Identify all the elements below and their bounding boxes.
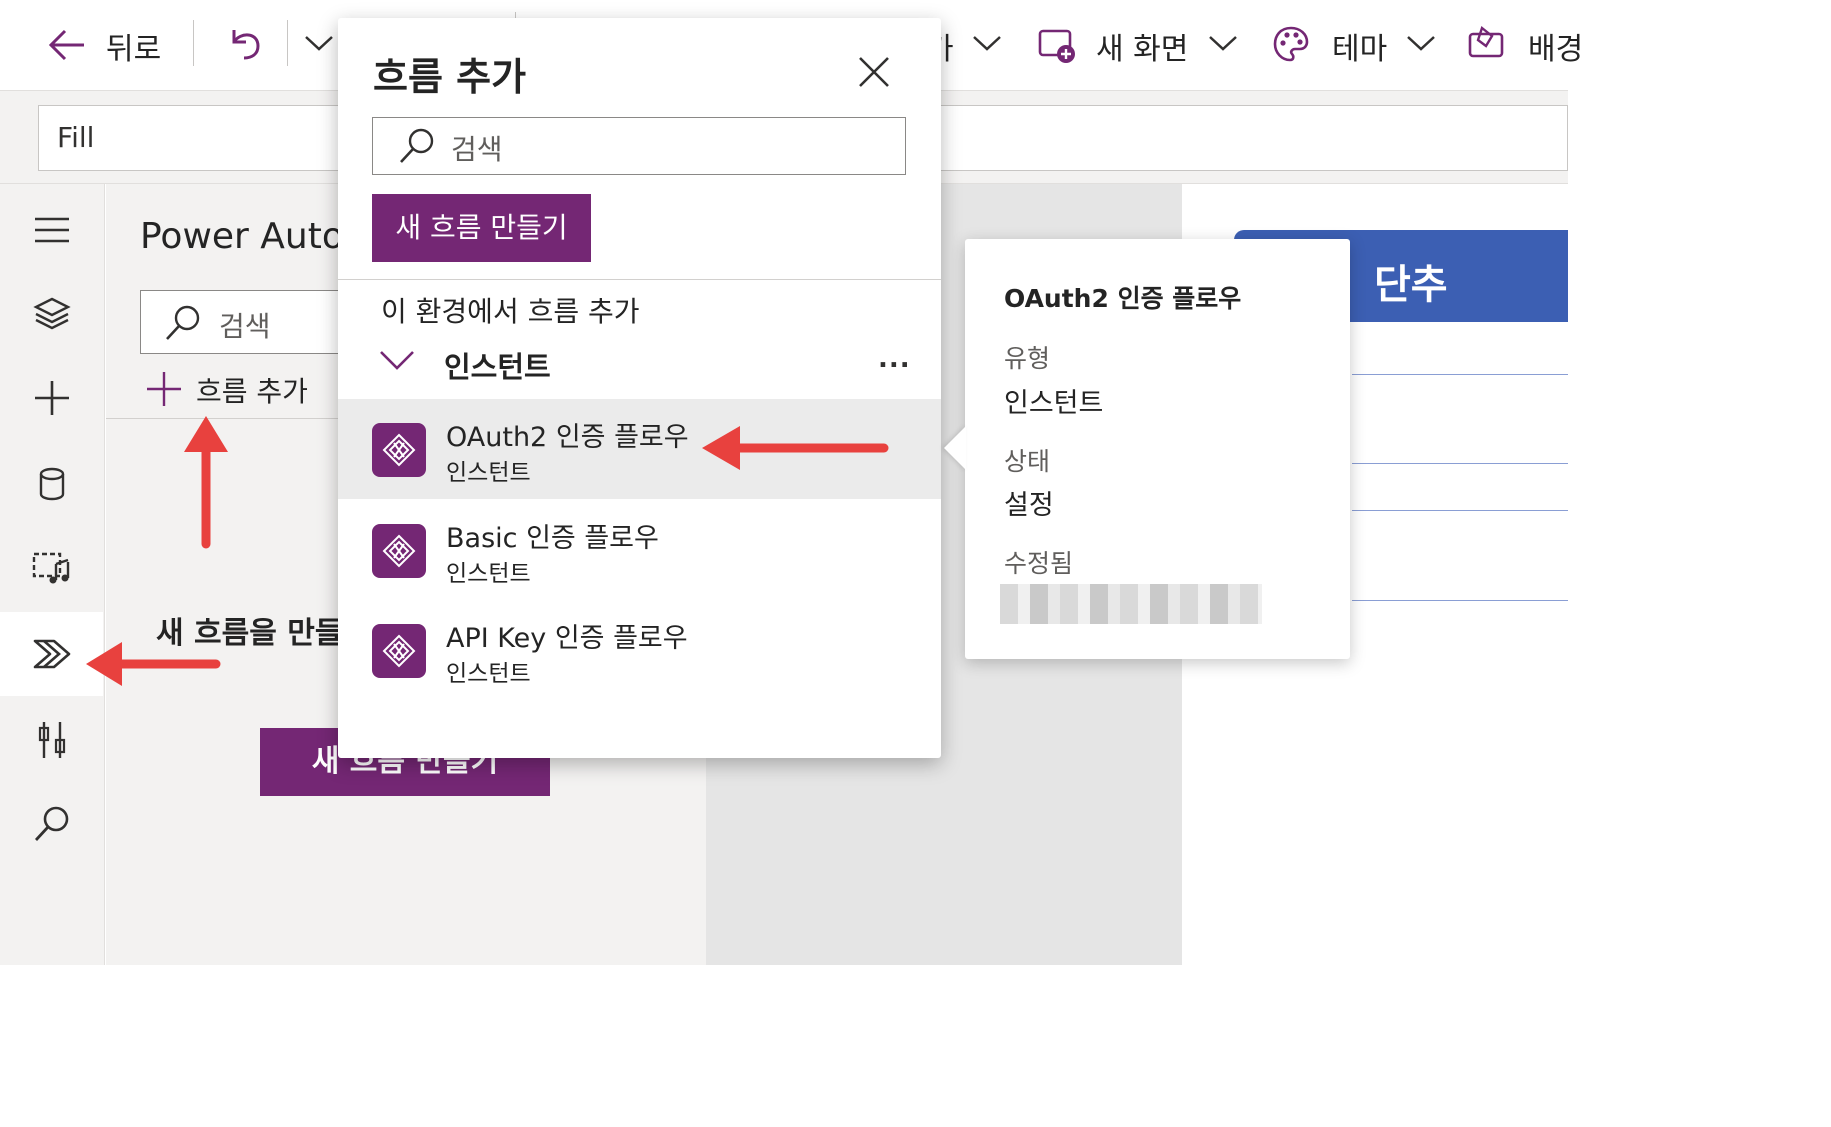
- card-title: OAuth2 인증 플로우: [1004, 284, 1242, 313]
- theme-palette-icon[interactable]: [1272, 25, 1310, 63]
- search-placeholder: 검색: [451, 133, 503, 166]
- flow-type: 인스턴트: [446, 460, 531, 486]
- plus-icon: [147, 372, 181, 406]
- flyout-title: 흐름 추가: [373, 55, 527, 99]
- modified-label: 수정됨: [1004, 549, 1074, 578]
- add-flow-button[interactable]: 흐름 추가: [146, 370, 308, 410]
- canvas-row-line: [1352, 510, 1568, 511]
- insert-button[interactable]: [0, 356, 103, 440]
- media-button[interactable]: [0, 526, 103, 610]
- back-button[interactable]: 뒤로: [106, 24, 161, 68]
- database-icon: [39, 467, 64, 501]
- chevron-down-icon[interactable]: [1406, 34, 1436, 52]
- hamburger-menu-button[interactable]: [0, 188, 103, 272]
- close-icon[interactable]: [854, 52, 894, 92]
- divider: [193, 20, 194, 66]
- section-label: 이 환경에서 흐름 추가: [381, 295, 640, 328]
- flow-type: 인스턴트: [446, 561, 531, 587]
- flow-icon: [372, 624, 426, 678]
- new-screen-icon[interactable]: [1038, 26, 1078, 66]
- annotation-arrow-up: [184, 416, 228, 549]
- group-header-instant[interactable]: 인스턴트: [444, 344, 551, 386]
- flow-name: API Key 인증 플로우: [446, 623, 688, 654]
- canvas-header-text: 단추: [1374, 262, 1448, 308]
- plus-icon: [34, 381, 69, 415]
- hamburger-icon: [34, 217, 69, 243]
- chevron-down-icon[interactable]: [1208, 34, 1238, 52]
- search-icon: [400, 128, 434, 163]
- tree-view-button[interactable]: [0, 272, 103, 356]
- tools-icon: [38, 722, 65, 758]
- status-value: 설정: [1004, 490, 1054, 521]
- background-button[interactable]: 배경: [1528, 24, 1583, 68]
- flow-item[interactable]: Basic 인증 플로우 인스턴트: [338, 500, 941, 600]
- flow-details-card: OAuth2 인증 플로우 유형 인스턴트 상태 설정 수정됨: [965, 239, 1350, 659]
- divider: [338, 279, 941, 280]
- create-new-flow-button[interactable]: 새 흐름 만들기: [372, 194, 591, 262]
- status-label: 상태: [1004, 447, 1051, 476]
- canvas-row-line: [1352, 463, 1568, 464]
- theme-button[interactable]: 테마: [1332, 24, 1387, 68]
- canvas-row-line: [1352, 374, 1568, 375]
- background-icon[interactable]: [1468, 24, 1508, 60]
- flow-type: 인스턴트: [446, 661, 531, 687]
- layers-icon: [32, 297, 71, 330]
- back-arrow-icon[interactable]: [48, 28, 86, 62]
- new-screen-button[interactable]: 새 화면: [1096, 24, 1188, 68]
- undo-icon[interactable]: [228, 26, 264, 62]
- flow-item[interactable]: API Key 인증 플로우 인스턴트: [338, 600, 941, 700]
- flyout-search-input[interactable]: 검색: [372, 117, 906, 175]
- search-placeholder: 검색: [219, 310, 271, 343]
- search-button[interactable]: [0, 782, 103, 866]
- type-value: 인스턴트: [1004, 388, 1104, 419]
- add-flow-label: 흐름 추가: [196, 375, 308, 408]
- more-options-button[interactable]: ...: [878, 344, 911, 374]
- annotation-arrow-left: [702, 426, 889, 470]
- flow-icon: [372, 423, 426, 477]
- flow-name: Basic 인증 플로우: [446, 523, 659, 554]
- annotation-arrow-left: [86, 642, 221, 686]
- flow-icon: [372, 524, 426, 578]
- modified-value-redacted: [1000, 584, 1262, 624]
- add-flow-flyout: 흐름 추가 검색 새 흐름 만들기 이 환경에서 흐름 추가 인스턴트 ... …: [338, 18, 941, 758]
- search-icon: [166, 305, 200, 340]
- chevron-down-icon[interactable]: [304, 34, 334, 52]
- flow-name: OAuth2 인증 플로우: [446, 422, 689, 453]
- chevron-down-icon[interactable]: [972, 34, 1002, 52]
- data-button[interactable]: [0, 442, 103, 526]
- card-pointer: [944, 426, 966, 470]
- property-value: Fill: [57, 121, 95, 154]
- advanced-tools-button[interactable]: [0, 698, 103, 782]
- search-icon: [34, 806, 68, 841]
- canvas-row-line: [1352, 600, 1568, 601]
- chevron-down-icon[interactable]: [378, 348, 416, 372]
- left-nav-rail: [0, 184, 105, 965]
- type-label: 유형: [1004, 344, 1051, 373]
- media-icon: [32, 552, 69, 584]
- divider: [287, 20, 288, 66]
- power-automate-icon: [33, 639, 70, 669]
